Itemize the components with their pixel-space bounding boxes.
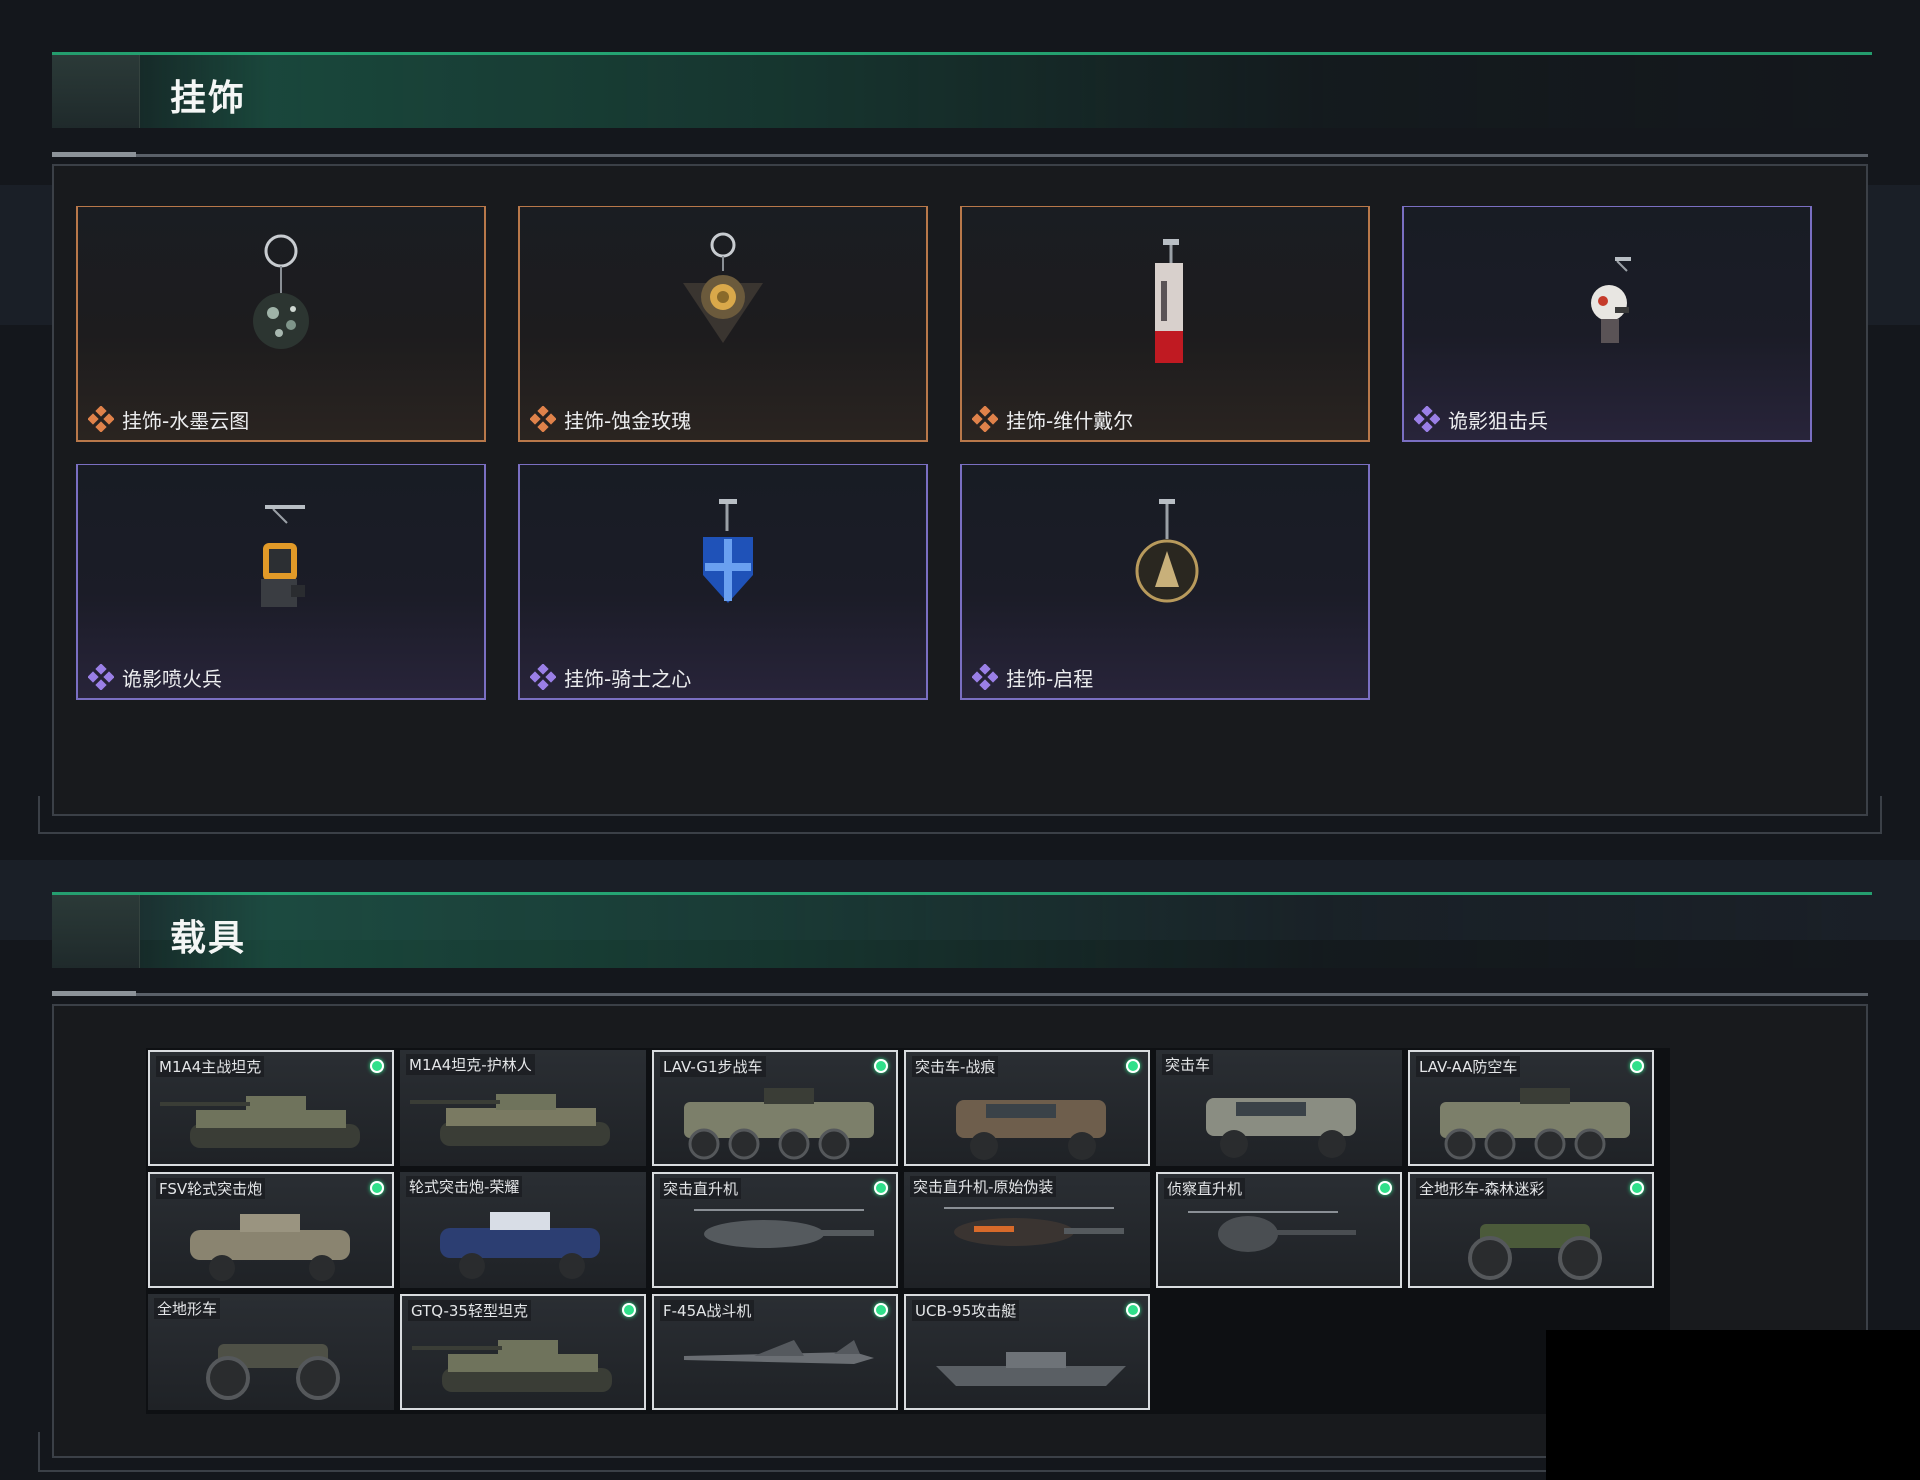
vehicle-tile[interactable]: UCB-95攻击艇 <box>904 1294 1150 1410</box>
charms-section-header: 挂饰 <box>52 52 1872 128</box>
vehicle-name: 突击直升机 <box>660 1178 742 1199</box>
charm-card[interactable]: 挂饰-骑士之心 <box>518 464 928 700</box>
golden-rose-charm-icon <box>683 232 763 343</box>
charm-card[interactable]: 挂饰-启程 <box>960 464 1370 700</box>
rarity-gem-icon <box>88 664 114 690</box>
charm-label: 挂饰-水墨云图 <box>122 409 250 433</box>
vehicle-tile[interactable]: GTQ-35轻型坦克 <box>400 1294 646 1410</box>
owned-indicator-icon <box>370 1181 384 1195</box>
owned-indicator-icon <box>1378 1181 1392 1195</box>
rarity-gem-icon <box>972 664 998 690</box>
rarity-gem-icon <box>972 406 998 432</box>
owned-indicator-icon <box>1126 1303 1140 1317</box>
vehicle-name: FSV轮式突击炮 <box>156 1178 266 1199</box>
vehicle-tile[interactable]: 轮式突击炮-荣耀 <box>400 1172 646 1288</box>
charm-card[interactable]: 诡影狙击兵 <box>1402 206 1812 442</box>
vehicle-tile[interactable]: 全地形车 <box>148 1294 394 1410</box>
section-divider <box>52 152 1868 157</box>
charm-label: 挂饰-骑士之心 <box>564 667 692 691</box>
charm-label: 挂饰-蚀金玫瑰 <box>564 409 692 433</box>
vehicle-name: 全地形车 <box>154 1298 221 1319</box>
vehicle-name: GTQ-35轻型坦克 <box>408 1300 531 1321</box>
departure-medal-charm-icon <box>1135 499 1199 603</box>
shadow-sniper-figure-charm-icon <box>1591 257 1631 343</box>
owned-indicator-icon <box>874 1181 888 1195</box>
vehicle-name: 轮式突击炮-荣耀 <box>406 1176 523 1197</box>
vehicle-name: LAV-G1步战车 <box>660 1056 766 1077</box>
rarity-gem-icon <box>530 664 556 690</box>
owned-indicator-icon <box>1126 1059 1140 1073</box>
vehicle-name: 突击直升机-原始伪装 <box>910 1176 1057 1197</box>
vehicles-section-title: 载具 <box>170 918 247 959</box>
ink-cloud-sphere-charm-icon <box>253 234 309 349</box>
charm-card[interactable]: 诡影喷火兵 <box>76 464 486 700</box>
vehicle-tile[interactable]: 突击车-战痕 <box>904 1050 1150 1166</box>
panel-outline <box>38 796 1882 834</box>
knight-heart-shield-charm-icon <box>703 499 753 603</box>
vehicle-name: M1A4坦克-护林人 <box>406 1054 535 1075</box>
vehicle-tile[interactable]: M1A4主战坦克 <box>148 1050 394 1166</box>
vehicle-tile[interactable]: 侦察直升机 <box>1156 1172 1402 1288</box>
charms-section-title: 挂饰 <box>170 78 247 119</box>
charm-card[interactable]: 挂饰-维什戴尔 <box>960 206 1370 442</box>
vehicle-tile[interactable]: 全地形车-森林迷彩 <box>1408 1172 1654 1288</box>
vehicle-name: 突击车-战痕 <box>912 1056 999 1077</box>
vehicle-tile[interactable]: M1A4坦克-护林人 <box>400 1050 646 1166</box>
vehicle-name: LAV-AA防空车 <box>1416 1056 1521 1077</box>
vehicle-tile[interactable]: 突击直升机 <box>652 1172 898 1288</box>
charm-label: 挂饰-维什戴尔 <box>1006 409 1134 433</box>
owned-indicator-icon <box>874 1059 888 1073</box>
rarity-gem-icon <box>1414 406 1440 432</box>
vehicle-tile[interactable]: 突击直升机-原始伪装 <box>904 1172 1150 1288</box>
owned-indicator-icon <box>1630 1059 1644 1073</box>
owned-indicator-icon <box>874 1303 888 1317</box>
vehicle-tile[interactable]: LAV-G1步战车 <box>652 1050 898 1166</box>
weishdale-tag-charm-icon <box>1155 239 1183 363</box>
charm-label: 诡影狙击兵 <box>1448 409 1548 433</box>
vehicle-tile[interactable]: FSV轮式突击炮 <box>148 1172 394 1288</box>
vehicle-name: 侦察直升机 <box>1164 1178 1246 1199</box>
vehicle-name: 全地形车-森林迷彩 <box>1416 1178 1548 1199</box>
charm-label: 诡影喷火兵 <box>122 667 222 691</box>
vehicle-name: M1A4主战坦克 <box>156 1056 265 1077</box>
rarity-gem-icon <box>88 406 114 432</box>
owned-indicator-icon <box>370 1059 384 1073</box>
vehicle-tile[interactable]: LAV-AA防空车 <box>1408 1050 1654 1166</box>
vehicle-name: UCB-95攻击艇 <box>912 1300 1020 1321</box>
charm-label: 挂饰-启程 <box>1006 667 1094 691</box>
vehicle-name: 突击车 <box>1162 1054 1214 1075</box>
vehicles-section-header: 载具 <box>52 892 1872 968</box>
charm-card[interactable]: 挂饰-水墨云图 <box>76 206 486 442</box>
occluded-corner <box>1546 1330 1920 1480</box>
shadow-flamethrower-figure-charm-icon <box>261 505 305 607</box>
charm-card[interactable]: 挂饰-蚀金玫瑰 <box>518 206 928 442</box>
section-divider <box>52 991 1868 996</box>
owned-indicator-icon <box>622 1303 636 1317</box>
vehicle-tile[interactable]: F-45A战斗机 <box>652 1294 898 1410</box>
owned-indicator-icon <box>1630 1181 1644 1195</box>
vehicle-name: F-45A战斗机 <box>660 1300 755 1321</box>
header-stub <box>52 895 140 968</box>
vehicle-tile[interactable]: 突击车 <box>1156 1050 1402 1166</box>
rarity-gem-icon <box>530 406 556 432</box>
header-stub <box>52 55 140 128</box>
